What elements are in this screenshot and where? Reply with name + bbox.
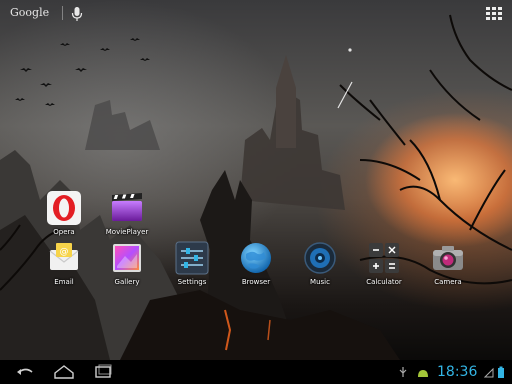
camera-icon	[433, 246, 463, 270]
app-label-camera: Camera	[434, 278, 462, 286]
app-camera[interactable]: Camera	[418, 240, 478, 286]
music-speaker-icon	[304, 242, 336, 274]
app-label-opera: Opera	[53, 228, 75, 236]
recent-apps-icon[interactable]	[92, 363, 114, 381]
microphone-icon[interactable]	[70, 5, 84, 23]
app-label-gallery: Gallery	[114, 278, 140, 286]
app-email[interactable]: @ Email	[34, 240, 94, 286]
app-calculator[interactable]: Calculator	[354, 240, 414, 286]
usb-icon	[399, 367, 407, 377]
system-navigation-bar: 18:36	[0, 360, 512, 384]
gallery-icon	[113, 244, 141, 272]
search-divider	[62, 6, 63, 20]
home-icon[interactable]	[52, 363, 76, 381]
svg-text:@: @	[60, 247, 69, 257]
settings-icon	[175, 241, 209, 275]
wifi-signal-icon	[484, 367, 494, 378]
app-label-email: Email	[54, 278, 74, 286]
battery-icon	[498, 366, 504, 378]
app-label-settings: Settings	[177, 278, 207, 286]
app-label-movieplayer: MoviePlayer	[105, 228, 149, 236]
movieplayer-icon	[112, 193, 142, 221]
all-apps-grid-icon[interactable]	[486, 7, 502, 21]
wallpaper	[0, 0, 512, 360]
back-icon[interactable]	[14, 363, 36, 381]
app-movieplayer[interactable]: MoviePlayer	[97, 190, 157, 236]
browser-globe-icon	[241, 243, 271, 273]
app-browser[interactable]: Browser	[226, 240, 286, 286]
app-gallery[interactable]: Gallery	[97, 240, 157, 286]
google-search-label[interactable]: Google	[10, 6, 49, 19]
app-settings[interactable]: Settings	[162, 240, 222, 286]
android-debug-icon	[418, 370, 428, 377]
app-label-music: Music	[310, 278, 330, 286]
wallpaper-art	[0, 14, 512, 360]
app-label-browser: Browser	[241, 278, 271, 286]
calculator-icon	[369, 243, 399, 273]
app-label-calculator: Calculator	[366, 278, 402, 286]
opera-icon	[47, 191, 81, 225]
clock-time[interactable]: 18:36	[437, 364, 477, 380]
google-search-bar[interactable]: Google	[0, 0, 512, 28]
app-music[interactable]: Music	[290, 240, 350, 286]
app-opera[interactable]: Opera	[34, 190, 94, 236]
email-icon: @	[49, 243, 79, 270]
